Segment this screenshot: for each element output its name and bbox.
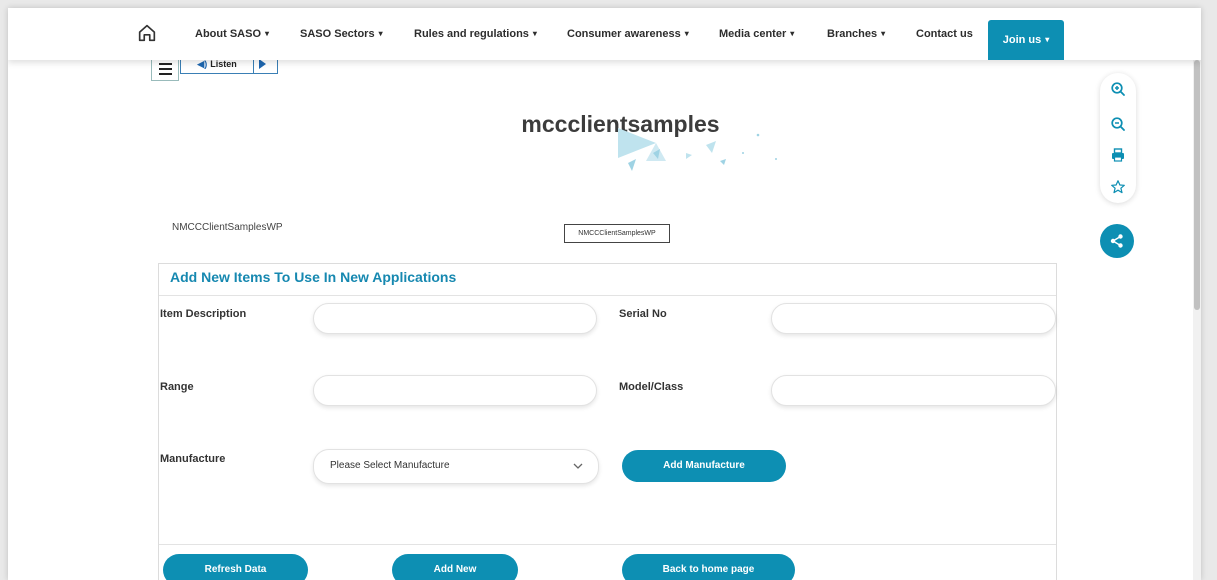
page-scrollbar[interactable] [1193, 60, 1201, 580]
manufacture-label: Manufacture [160, 453, 226, 465]
caret-down-icon: ▾ [684, 29, 689, 38]
serial-no-input[interactable] [771, 303, 1056, 334]
nav-item-about-saso[interactable]: About SASO ▾ [195, 8, 269, 60]
listen-widget[interactable]: ◀) Listen [180, 58, 278, 74]
scrollbar-thumb[interactable] [1194, 60, 1200, 310]
share-icon [1110, 234, 1123, 248]
refresh-data-button[interactable]: Refresh Data [163, 554, 308, 580]
nav-item-rules-and-regulations[interactable]: Rules and regulations ▾ [414, 8, 537, 60]
form-title: Add New Items To Use In New Applications [170, 269, 457, 285]
item-description-label: Item Description [160, 308, 247, 320]
hamburger-icon [159, 68, 172, 70]
caret-down-icon: ▾ [532, 29, 537, 38]
serial-no-label: Serial No [619, 308, 667, 320]
home-icon[interactable] [136, 22, 158, 44]
zoom-in-icon[interactable] [1110, 81, 1126, 97]
zoom-out-icon[interactable] [1110, 116, 1126, 132]
caret-down-icon: ▾ [1045, 35, 1050, 44]
range-label: Range [160, 381, 194, 393]
caret-down-icon: ▾ [265, 29, 270, 38]
manufacture-select-value: Please Select Manufacture [330, 460, 450, 471]
top-navigation: About SASO ▾ SASO Sectors ▾ Rules and regu… [8, 8, 1201, 60]
webpart-title-box: NMCCClientSamplesWP [564, 224, 670, 243]
listen-button[interactable]: ◀) Listen [181, 58, 254, 73]
speaker-icon: ◀) [197, 59, 208, 69]
add-new-button[interactable]: Add New [392, 554, 518, 580]
caret-down-icon: ▾ [790, 29, 795, 38]
page: About SASO ▾ SASO Sectors ▾ Rules and regu… [8, 8, 1201, 580]
caret-down-icon: ▾ [378, 29, 383, 38]
webpart-label: NMCCClientSamplesWP [172, 222, 283, 233]
item-description-input[interactable] [313, 303, 597, 334]
manufacture-select[interactable]: Please Select Manufacture [313, 449, 599, 484]
print-icon[interactable] [1110, 147, 1126, 163]
model-class-input[interactable] [771, 375, 1056, 406]
back-to-home-button[interactable]: Back to home page [622, 554, 795, 580]
model-class-label: Model/Class [619, 381, 684, 393]
range-input[interactable] [313, 375, 597, 406]
nav-item-media-center[interactable]: Media center ▾ [719, 8, 794, 60]
nav-item-branches[interactable]: Branches ▾ [827, 8, 885, 60]
star-icon[interactable] [1110, 179, 1126, 195]
decorative-triangles-icon [618, 128, 777, 171]
caret-down-icon: ▾ [881, 29, 886, 38]
add-items-form: Add New Items To Use In New Applications… [158, 263, 1057, 580]
hamburger-icon [159, 73, 172, 75]
form-header: Add New Items To Use In New Applications [159, 264, 1056, 296]
nav-item-saso-sectors[interactable]: SASO Sectors ▾ [300, 8, 383, 60]
menu-toggle-button[interactable] [151, 58, 179, 81]
form-divider [159, 544, 1056, 545]
chevron-down-icon [573, 463, 583, 469]
share-button[interactable] [1100, 224, 1134, 258]
nav-item-consumer-awareness[interactable]: Consumer awareness ▾ [567, 8, 689, 60]
add-manufacture-button[interactable]: Add Manufacture [622, 450, 786, 482]
play-icon[interactable] [259, 59, 266, 69]
join-us-button[interactable]: Join us ▾ [988, 20, 1064, 60]
hamburger-icon [159, 63, 172, 65]
page-tools [1100, 73, 1136, 203]
nav-item-contact-us[interactable]: Contact us [916, 8, 973, 60]
